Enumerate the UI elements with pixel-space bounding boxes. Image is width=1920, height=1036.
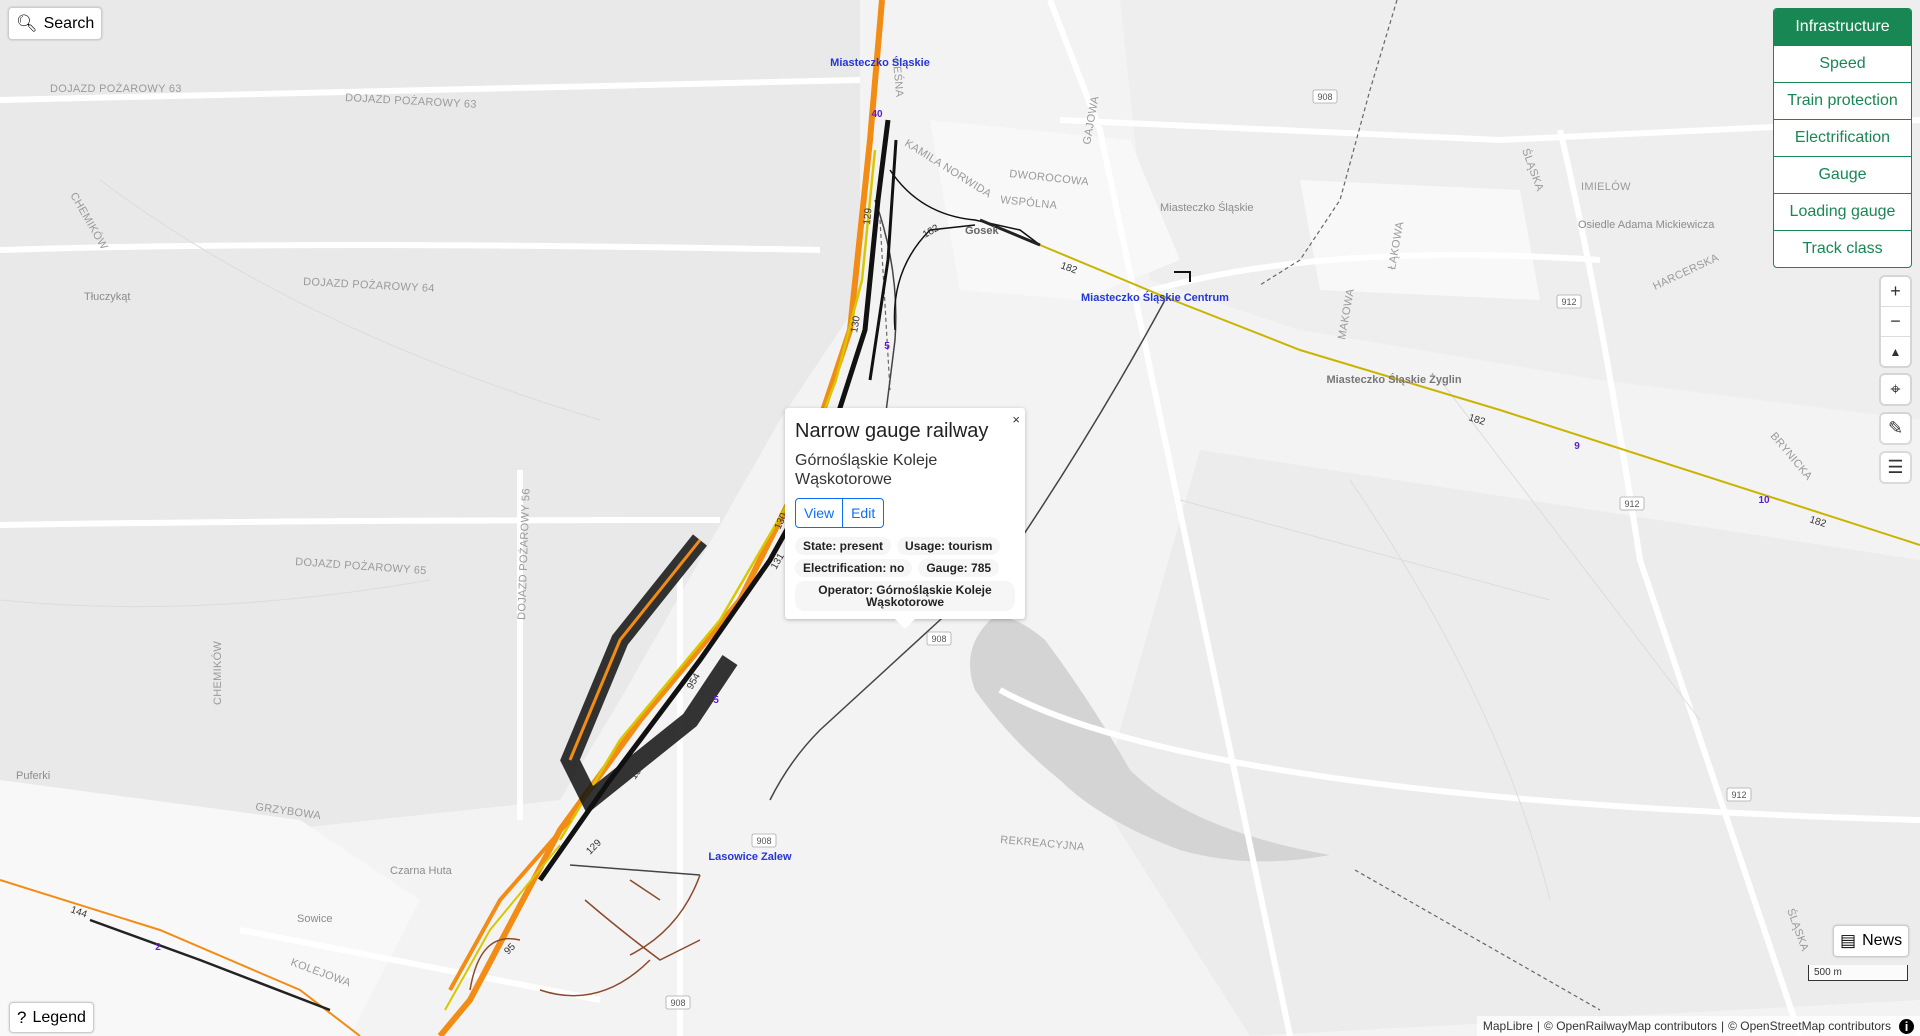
style-option-speed[interactable]: Speed (1774, 46, 1911, 83)
crosshair-icon: ⌖ (1890, 379, 1901, 399)
place-label: Miasteczko Śląskie (1160, 201, 1254, 214)
edit-control: ✎ (1881, 414, 1910, 443)
attribution-separator: | (1720, 1019, 1725, 1033)
newspaper-icon: ▤ (1840, 931, 1857, 950)
line-ref: 129 (862, 207, 874, 225)
place-label: Osiedle Adama Mickiewicza (1578, 219, 1715, 231)
road-ref: 912 (1624, 499, 1639, 509)
sliders-icon: ☰ (1887, 457, 1904, 477)
tag-gauge: Gauge: 785 (918, 559, 1000, 577)
info-icon[interactable]: i (1899, 1018, 1914, 1034)
tag-operator: Operator: Górnośląskie Koleje Wąskotorow… (795, 581, 1015, 611)
km-marker: 5 (713, 695, 719, 706)
place-label: Czarna Huta (390, 865, 453, 877)
style-option-infrastructure[interactable]: Infrastructure (1774, 9, 1911, 46)
edit-map-button[interactable]: ✎ (1881, 414, 1910, 443)
km-marker: 2 (155, 942, 161, 953)
attribution-separator: | (1536, 1019, 1541, 1033)
popup-close-button[interactable]: × (1012, 412, 1020, 427)
road-label: IMIELÓW (1581, 180, 1631, 193)
attribution-maplibre-link[interactable]: MapLibre (1483, 1019, 1533, 1033)
compass-icon: ▲ (1889, 344, 1902, 359)
legend-button[interactable]: ? Legend (9, 1002, 94, 1033)
road-label: DOJAZD POŻAROWY 63 (50, 82, 182, 95)
place-label: Puferki (16, 770, 50, 782)
popup-actions: View Edit (795, 498, 1015, 528)
road-ref: 912 (1731, 790, 1746, 800)
km-marker: 40 (871, 109, 883, 120)
road-ref: 908 (756, 836, 771, 846)
news-button[interactable]: ▤ News (1833, 925, 1910, 957)
popup-subtitle: Górnośląskie Koleje Wąskotorowe (795, 452, 938, 488)
road-ref: 912 (1561, 297, 1576, 307)
popup-tags-row: Electrification: no Gauge: 785 (795, 559, 1015, 577)
settings-button[interactable]: ☰ (1881, 453, 1910, 482)
tag-usage: Usage: tourism (897, 537, 1001, 555)
style-option-gauge[interactable]: Gauge (1774, 157, 1911, 194)
style-option-train-protection[interactable]: Train protection (1774, 83, 1911, 120)
station-label: Miasteczko Śląskie Żyglin (1326, 373, 1461, 386)
km-marker: 5 (884, 341, 890, 352)
road-label: CHEMIKÓW (211, 641, 224, 705)
zoom-out-button[interactable]: − (1881, 307, 1910, 337)
geolocate-control: ⌖ (1881, 375, 1910, 404)
place-label: Sowice (297, 913, 332, 925)
style-option-loading-gauge[interactable]: Loading gauge (1774, 194, 1911, 231)
station-label: Miasteczko Śląskie (830, 56, 930, 69)
road-ref: 908 (1317, 92, 1332, 102)
feature-popup: × Narrow gauge railway Górnośląskie Kole… (785, 408, 1025, 629)
zoom-in-button[interactable]: + (1881, 277, 1910, 307)
geolocate-button[interactable]: ⌖ (1881, 375, 1910, 404)
style-option-electrification[interactable]: Electrification (1774, 120, 1911, 157)
km-marker: 9 (1574, 441, 1580, 452)
legend-label: Legend (32, 1008, 86, 1026)
view-button[interactable]: View (795, 498, 844, 528)
tag-electrification: Electrification: no (795, 559, 913, 577)
popup-tags-row: State: present Usage: tourism (795, 537, 1015, 555)
search-button[interactable]: 🔍︎ Search (8, 7, 103, 40)
settings-control: ☰ (1881, 453, 1910, 482)
popup-title: Narrow gauge railway (795, 420, 989, 442)
pencil-icon: ✎ (1887, 418, 1904, 438)
compass-button[interactable]: ▲ (1881, 337, 1910, 366)
search-label: Search (43, 14, 95, 32)
scale-bar: 500 m (1808, 965, 1908, 981)
attribution-orm-link[interactable]: © OpenRailwayMap contributors (1544, 1019, 1717, 1033)
question-icon: ? (17, 1007, 27, 1027)
attribution: MapLibre | © OpenRailwayMap contributors… (1476, 1016, 1920, 1036)
attribution-osm-link[interactable]: © OpenStreetMap contributors (1728, 1019, 1891, 1033)
place-label-gosek: Gosek (965, 225, 1000, 237)
road-ref: 908 (931, 634, 946, 644)
edit-button[interactable]: Edit (843, 498, 885, 528)
tag-state: State: present (795, 537, 892, 555)
road-ref: 908 (670, 998, 685, 1008)
news-label: News (1862, 932, 1903, 949)
popup-tags-row: Operator: Górnośląskie Koleje Wąskotorow… (795, 581, 1015, 611)
style-option-track-class[interactable]: Track class (1774, 231, 1911, 267)
search-icon: 🔍︎ (16, 13, 38, 33)
map-style-selector: Infrastructure Speed Train protection El… (1773, 8, 1912, 268)
place-label: Tłuczykąt (84, 291, 130, 303)
km-marker: 10 (1758, 495, 1770, 506)
station-label: Miasteczko Śląskie Centrum (1081, 291, 1229, 304)
navigation-controls: + − ▲ (1881, 277, 1910, 366)
station-label: Lasowice Zalew (708, 851, 792, 863)
